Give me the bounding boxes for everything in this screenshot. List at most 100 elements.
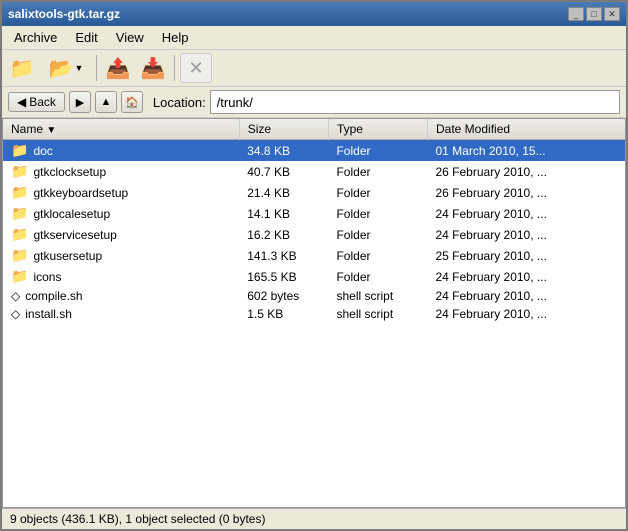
menu-view[interactable]: View xyxy=(108,28,152,47)
table-row[interactable]: 📁 gtkservicesetup 16.2 KB Folder 24 Febr… xyxy=(3,224,625,245)
file-name-with-icon: 📁 gtkkeyboardsetup xyxy=(11,184,128,201)
file-name-with-icon: ◇ install.sh xyxy=(11,307,72,321)
delete-button[interactable]: ✕ xyxy=(180,53,212,83)
nav-bar: ◀ Back ▶ ▲ 🏠 Location: xyxy=(2,87,626,118)
table-row[interactable]: ◇ install.sh 1.5 KB shell script 24 Febr… xyxy=(3,305,625,323)
home-button[interactable]: 🏠 xyxy=(121,91,143,113)
cell-name: 📁 gtkusersetup xyxy=(3,245,239,266)
file-name-with-icon: 📁 gtkclocksetup xyxy=(11,163,106,180)
folder-icon: 📁 xyxy=(11,268,28,285)
menu-edit[interactable]: Edit xyxy=(67,28,105,47)
extract-icon: 📤 xyxy=(106,56,131,81)
open-icon: 📂 xyxy=(49,56,74,81)
status-text: 9 objects (436.1 KB), 1 object selected … xyxy=(10,512,265,526)
file-name-with-icon: 📁 doc xyxy=(11,142,53,159)
col-header-name[interactable]: Name ▼ xyxy=(3,119,239,140)
cell-size: 40.7 KB xyxy=(239,161,328,182)
file-name-with-icon: 📁 gtkservicesetup xyxy=(11,226,117,243)
col-header-date[interactable]: Date Modified xyxy=(428,119,626,140)
cell-date: 24 February 2010, ... xyxy=(428,287,626,305)
forward-arrow-icon: ▶ xyxy=(76,96,84,109)
status-bar: 9 objects (436.1 KB), 1 object selected … xyxy=(2,508,626,529)
cell-type: shell script xyxy=(328,305,427,323)
cell-type: Folder xyxy=(328,203,427,224)
table-row[interactable]: 📁 gtkclocksetup 40.7 KB Folder 26 Februa… xyxy=(3,161,625,182)
cell-size: 1.5 KB xyxy=(239,305,328,323)
compress-icon: 📥 xyxy=(141,56,166,81)
col-name-label: Name xyxy=(11,122,43,136)
folder-icon: 📁 xyxy=(11,247,28,264)
cell-type: shell script xyxy=(328,287,427,305)
cell-type: Folder xyxy=(328,161,427,182)
window-title: salixtools-gtk.tar.gz xyxy=(8,7,120,21)
cell-date: 01 March 2010, 15... xyxy=(428,140,626,162)
folder-icon: 📁 xyxy=(11,142,28,159)
file-name-with-icon: ◇ compile.sh xyxy=(11,289,83,303)
cell-name: ◇ install.sh xyxy=(3,305,239,323)
up-button[interactable]: ▲ xyxy=(95,91,117,113)
cell-size: 602 bytes xyxy=(239,287,328,305)
folder-icon: 📁 xyxy=(11,226,28,243)
table-row[interactable]: 📁 gtkusersetup 141.3 KB Folder 25 Februa… xyxy=(3,245,625,266)
forward-button[interactable]: ▶ xyxy=(69,91,91,113)
location-label: Location: xyxy=(153,95,206,110)
table-row[interactable]: 📁 doc 34.8 KB Folder 01 March 2010, 15..… xyxy=(3,140,625,162)
col-date-label: Date Modified xyxy=(436,122,510,136)
title-bar: salixtools-gtk.tar.gz _ □ ✕ xyxy=(2,2,626,26)
new-folder-button[interactable]: 📁 xyxy=(6,53,38,83)
toolbar-separator-1 xyxy=(96,55,97,81)
table-row[interactable]: 📁 icons 165.5 KB Folder 24 February 2010… xyxy=(3,266,625,287)
file-name: icons xyxy=(33,270,61,284)
cell-size: 14.1 KB xyxy=(239,203,328,224)
back-button[interactable]: ◀ Back xyxy=(8,92,65,112)
cell-type: Folder xyxy=(328,245,427,266)
folder-icon: 📁 xyxy=(11,184,28,201)
folder-icon: 📁 xyxy=(11,205,28,222)
file-name: install.sh xyxy=(25,307,72,321)
main-window: salixtools-gtk.tar.gz _ □ ✕ Archive Edit… xyxy=(0,0,628,531)
extract-button[interactable]: 📤 xyxy=(102,53,134,83)
sort-icon: ▼ xyxy=(46,125,56,136)
file-name-with-icon: 📁 icons xyxy=(11,268,61,285)
back-arrow-icon: ◀ xyxy=(17,95,26,109)
cell-type: Folder xyxy=(328,140,427,162)
toolbar: 📁 📂 ▼ 📤 📥 ✕ xyxy=(2,50,626,87)
cell-type: Folder xyxy=(328,224,427,245)
open-dropdown-icon: ▼ xyxy=(74,63,83,73)
cell-size: 21.4 KB xyxy=(239,182,328,203)
table-row[interactable]: 📁 gtklocalesetup 14.1 KB Folder 24 Febru… xyxy=(3,203,625,224)
file-list-container[interactable]: Name ▼ Size Type Date Modified xyxy=(2,118,626,508)
cell-name: 📁 gtklocalesetup xyxy=(3,203,239,224)
minimize-button[interactable]: _ xyxy=(568,7,584,21)
file-table: Name ▼ Size Type Date Modified xyxy=(3,119,625,323)
cell-date: 25 February 2010, ... xyxy=(428,245,626,266)
cell-name: 📁 icons xyxy=(3,266,239,287)
col-size-label: Size xyxy=(248,122,271,136)
file-name: gtkusersetup xyxy=(33,249,102,263)
cell-date: 24 February 2010, ... xyxy=(428,203,626,224)
table-header-row: Name ▼ Size Type Date Modified xyxy=(3,119,625,140)
file-name: compile.sh xyxy=(25,289,82,303)
table-row[interactable]: 📁 gtkkeyboardsetup 21.4 KB Folder 26 Feb… xyxy=(3,182,625,203)
table-row[interactable]: ◇ compile.sh 602 bytes shell script 24 F… xyxy=(3,287,625,305)
location-input[interactable] xyxy=(210,90,620,114)
back-label: Back xyxy=(29,95,56,109)
menu-archive[interactable]: Archive xyxy=(6,28,65,47)
file-name: gtkclocksetup xyxy=(33,165,106,179)
folder-icon: 📁 xyxy=(11,163,28,180)
title-bar-buttons: _ □ ✕ xyxy=(568,7,620,21)
file-name-with-icon: 📁 gtklocalesetup xyxy=(11,205,110,222)
col-header-type[interactable]: Type xyxy=(328,119,427,140)
file-name: doc xyxy=(33,144,52,158)
file-name: gtkservicesetup xyxy=(33,228,116,242)
col-header-size[interactable]: Size xyxy=(239,119,328,140)
cell-date: 26 February 2010, ... xyxy=(428,161,626,182)
menu-help[interactable]: Help xyxy=(154,28,197,47)
file-name: gtkkeyboardsetup xyxy=(33,186,128,200)
close-button[interactable]: ✕ xyxy=(604,7,620,21)
maximize-button[interactable]: □ xyxy=(586,7,602,21)
open-button[interactable]: 📂 ▼ xyxy=(41,53,91,83)
compress-button[interactable]: 📥 xyxy=(137,53,169,83)
up-arrow-icon: ▲ xyxy=(100,96,111,108)
new-folder-icon: 📁 xyxy=(10,56,35,81)
